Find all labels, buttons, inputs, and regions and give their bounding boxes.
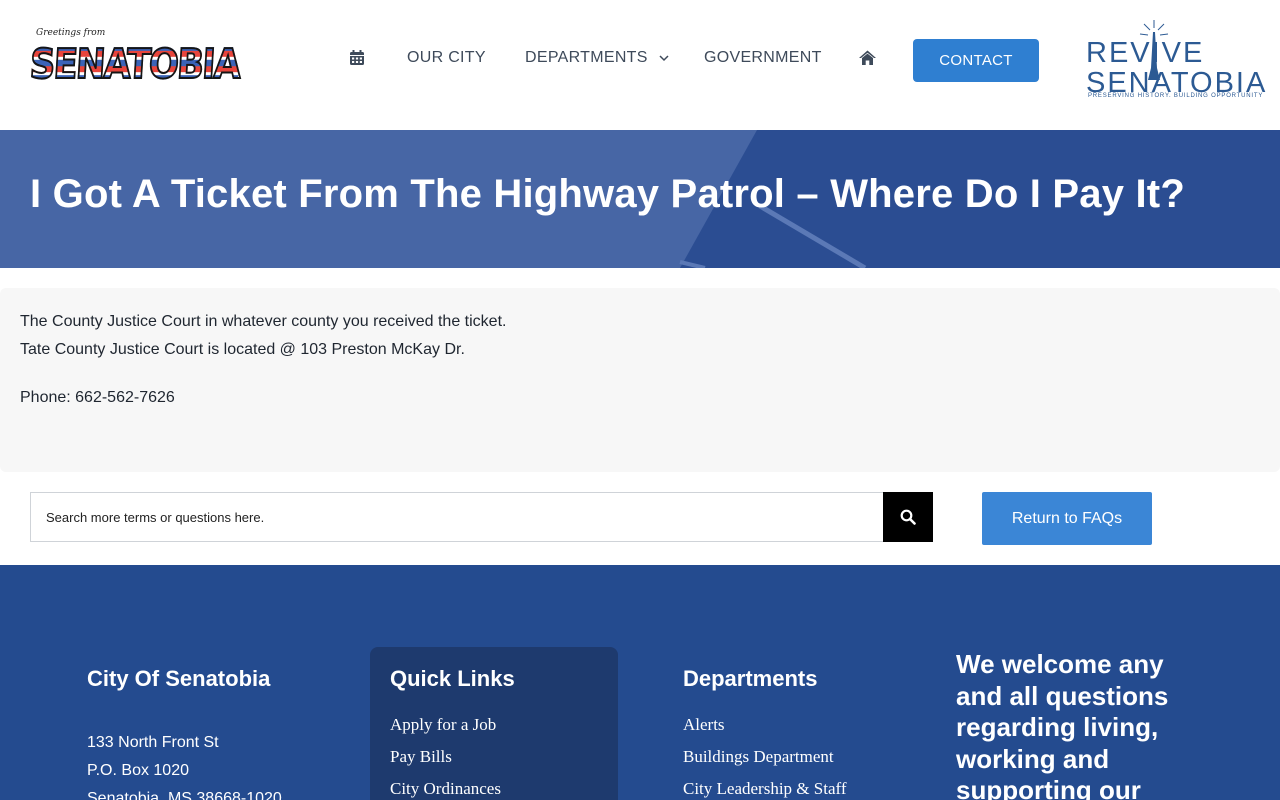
footer-address-line-1: 133 North Front St: [87, 734, 219, 751]
chevron-down-icon: [659, 55, 670, 61]
quick-link-item[interactable]: City Ordinances: [390, 779, 501, 799]
revive-line1: REVIVE: [1086, 37, 1205, 69]
page-title-banner: I Got A Ticket From The Highway Patrol –…: [0, 130, 1280, 268]
answer-phone: Phone: 662-562-7626: [20, 389, 175, 406]
search-button[interactable]: [883, 492, 933, 542]
home-icon[interactable]: [858, 49, 876, 67]
quick-link-item[interactable]: Apply for a Job: [390, 715, 496, 735]
calendar-icon[interactable]: [348, 49, 366, 67]
page-title: I Got A Ticket From The Highway Patrol –…: [30, 172, 1185, 216]
nav-government[interactable]: GOVERNMENT: [704, 43, 822, 73]
quick-link-item[interactable]: Pay Bills: [390, 747, 452, 767]
revive-tagline: PRESERVING HISTORY. BUILDING OPPORTUNITY: [1088, 93, 1264, 99]
contact-button[interactable]: CONTACT: [913, 39, 1039, 82]
senatobia-logo[interactable]: Greetings from SENATOBIA: [28, 28, 242, 94]
welcome-message: We welcome any and all questions regardi…: [956, 649, 1169, 800]
search-icon: [900, 509, 916, 525]
faq-search-form: [30, 492, 933, 542]
answer-line-2: Tate County Justice Court is located @ 1…: [20, 341, 465, 358]
department-link[interactable]: City Leadership & Staff: [683, 779, 847, 799]
departments-title: Departments: [683, 666, 818, 691]
site-footer: City Of Senatobia 133 North Front St P.O…: [0, 565, 1280, 800]
revive-senatobia-logo[interactable]: REVIVE SENATOBIA PRESERVING HISTORY. BUI…: [1086, 20, 1265, 104]
department-link[interactable]: Alerts: [683, 715, 725, 735]
faq-answer-box: The County Justice Court in whatever cou…: [0, 288, 1280, 472]
footer-address-line-3: Senatobia, MS 38668-1020: [87, 790, 282, 800]
logo-word: SENATOBIA: [28, 36, 242, 92]
return-to-faqs-button[interactable]: Return to FAQs: [982, 492, 1152, 545]
footer-address-line-2: P.O. Box 1020: [87, 762, 189, 779]
answer-line-1: The County Justice Court in whatever cou…: [20, 313, 507, 330]
nav-departments[interactable]: DEPARTMENTS: [525, 43, 670, 73]
site-header: Greetings from SENATOBIA OUR CITY DEPART…: [0, 0, 1280, 130]
department-link[interactable]: Buildings Department: [683, 747, 834, 767]
footer-city-title: City Of Senatobia: [87, 666, 271, 691]
nav-departments-label: DEPARTMENTS: [525, 49, 648, 66]
nav-our-city[interactable]: OUR CITY: [407, 43, 486, 73]
search-input[interactable]: [31, 493, 883, 541]
quick-links-title: Quick Links: [390, 666, 515, 691]
